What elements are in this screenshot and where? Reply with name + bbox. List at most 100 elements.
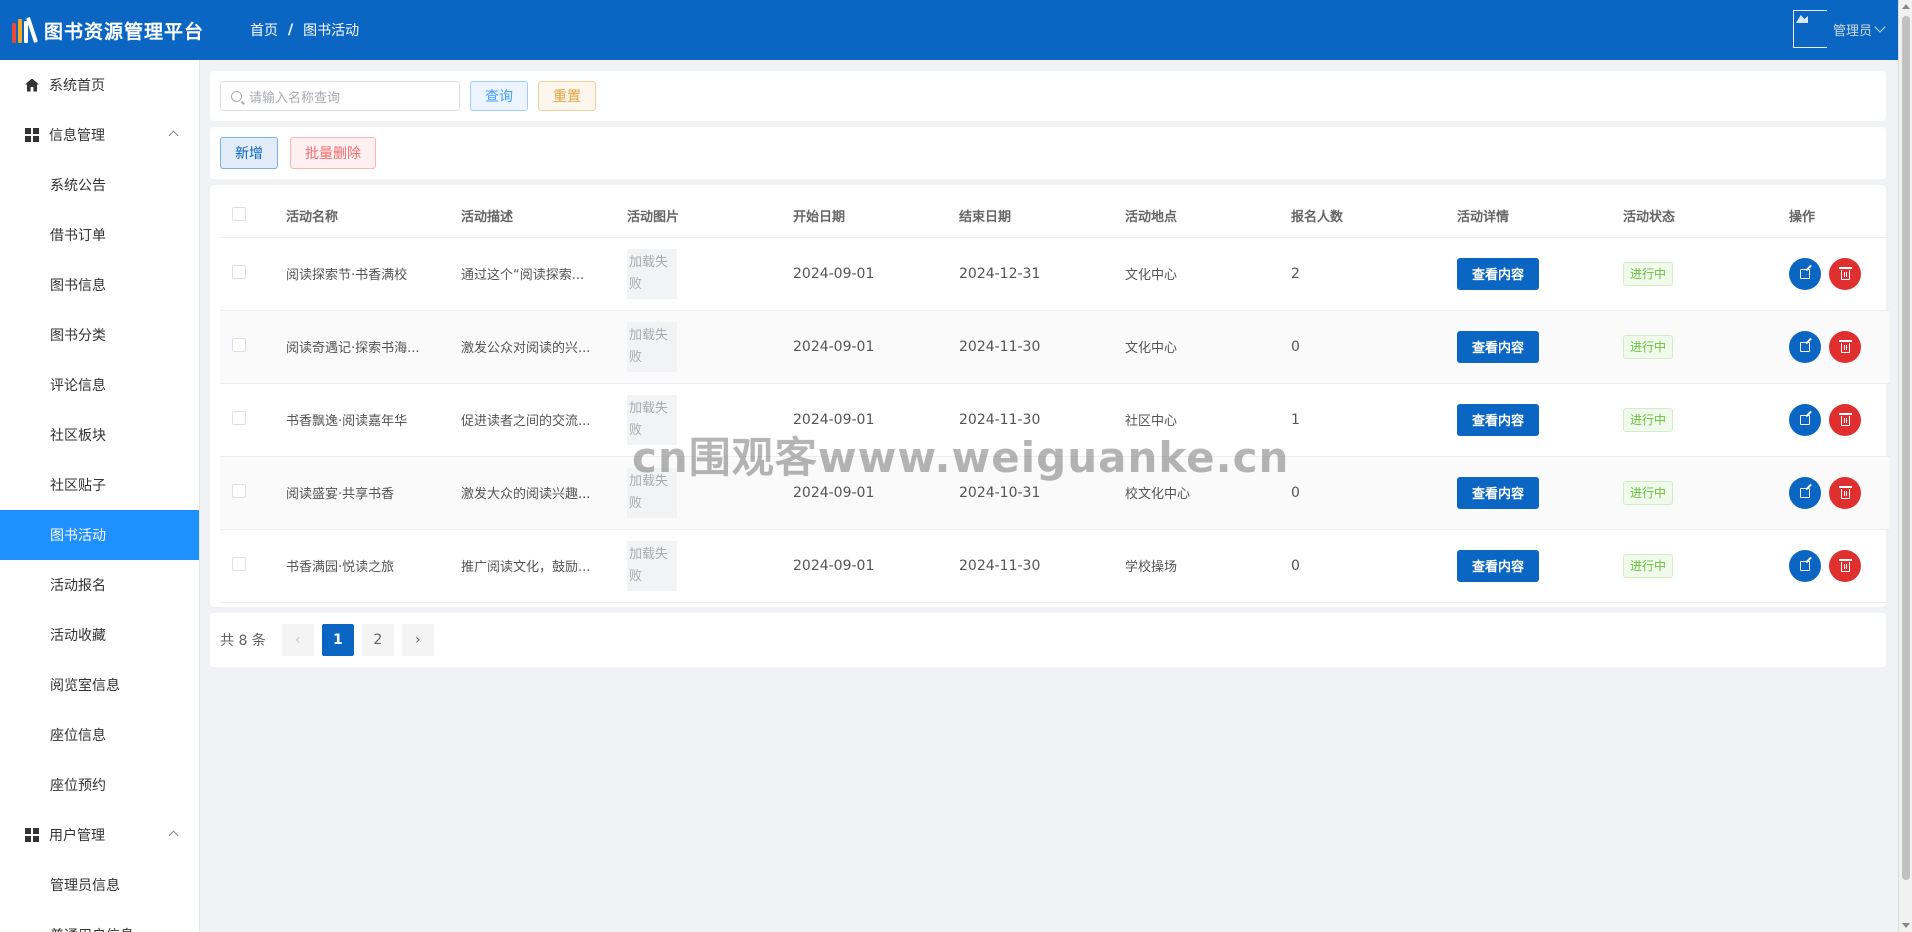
chevron-up-icon[interactable] [168,130,179,141]
end-date: 2024-12-31 [947,237,1113,311]
sidebar-group-users[interactable]: 用户管理 [0,810,199,860]
sidebar-item[interactable]: 活动收藏 [0,610,199,660]
sidebar-item-label: 图书信息 [50,278,106,294]
col-header: 开始日期 [781,195,947,238]
sidebar-item[interactable]: 社区板块 [0,410,199,460]
sidebar-item[interactable]: 评论信息 [0,360,199,410]
sidebar-item[interactable]: 普通用户信息 [0,910,199,932]
activity-table: 活动名称 活动描述 活动图片 开始日期 结束日期 活动地点 报名人数 活动详情 … [220,195,1890,603]
status-cell: 进行中 [1611,310,1777,384]
sidebar-item[interactable]: 座位预约 [0,760,199,810]
edit-button[interactable] [1789,549,1821,582]
edit-button[interactable] [1789,403,1821,436]
sidebar-item-label: 管理员信息 [50,878,120,894]
activity-desc: 推广阅读文化，鼓励... [449,529,615,603]
sidebar-item[interactable]: 图书信息 [0,260,199,310]
row-checkbox[interactable] [232,556,246,571]
sidebar-item-label: 座位预约 [50,778,106,794]
view-content-button[interactable]: 查看内容 [1457,549,1540,582]
row-checkbox-cell[interactable] [220,456,274,530]
col-header: 报名人数 [1279,195,1445,238]
scroll-thumb[interactable] [1902,16,1910,880]
scroll-down-icon[interactable] [1902,923,1910,928]
image-load-failed: 加载失败 [627,467,677,518]
page-button[interactable]: 1 [321,624,354,656]
chevron-up-icon[interactable] [168,830,179,841]
activity-name: 书香满园·悦读之旅 [274,529,449,603]
signup-count: 2 [1279,237,1445,311]
select-all-checkbox-cell[interactable] [220,195,274,238]
sidebar-item-label: 借书订单 [50,228,106,244]
sidebar-group-info[interactable]: 信息管理 [0,110,199,160]
sidebar-item[interactable]: 座位信息 [0,710,199,760]
row-checkbox-cell[interactable] [220,383,274,457]
delete-button[interactable] [1829,330,1861,363]
username[interactable]: 管理员 [1833,20,1872,39]
signup-count: 0 [1279,456,1445,530]
row-checkbox-cell[interactable] [220,310,274,384]
view-content-button[interactable]: 查看内容 [1457,403,1540,436]
edit-button[interactable] [1789,476,1821,509]
edit-icon [1800,560,1810,571]
table-row: 阅读探索节·书香满校 通过这个“阅读探索... 加载失败 2024-09-01 2024… [220,237,1890,311]
sidebar-item[interactable]: 阅览室信息 [0,660,199,710]
chevron-down-icon[interactable] [1874,21,1886,33]
end-date: 2024-10-31 [947,456,1113,530]
batch-delete-button[interactable]: 批量删除 [290,137,376,169]
delete-button[interactable] [1829,476,1861,509]
view-content-button[interactable]: 查看内容 [1457,476,1540,509]
activity-table-card: 活动名称 活动描述 活动图片 开始日期 结束日期 活动地点 报名人数 活动详情 … [210,185,1890,607]
query-button[interactable]: 查询 [470,81,528,111]
avatar[interactable] [1792,10,1827,48]
reset-button[interactable]: 重置 [538,81,596,111]
search-input[interactable]: 请输入名称查询 [220,81,460,111]
sidebar-item[interactable]: 社区贴子 [0,460,199,510]
view-content-button[interactable]: 查看内容 [1457,330,1540,363]
delete-button[interactable] [1829,257,1861,290]
sidebar-item[interactable]: 借书订单 [0,210,199,260]
row-checkbox-cell[interactable] [220,529,274,603]
row-checkbox[interactable] [232,483,246,498]
page-button[interactable]: 2 [361,624,394,656]
col-header: 活动描述 [449,195,615,238]
scrollbar[interactable] [1898,0,1912,932]
col-header: 操作 [1777,195,1890,238]
sidebar-item[interactable]: 活动报名 [0,560,199,610]
sidebar-item[interactable]: 图书分类 [0,310,199,360]
next-page-button[interactable]: › [401,624,434,656]
breadcrumb-home[interactable]: 首页 [250,20,278,40]
sidebar-group-label: 用户管理 [49,828,105,844]
books-icon [12,17,38,43]
activity-name: 阅读盛宴·共享书香 [274,456,449,530]
sidebar-item-label: 活动报名 [50,578,106,594]
row-checkbox[interactable] [232,410,246,425]
search-icon [231,90,242,102]
grid-icon [24,127,40,143]
activity-name: 阅读奇遇记·探索书海... [274,310,449,384]
sidebar-item-label: 社区板块 [50,428,106,444]
delete-button[interactable] [1829,403,1861,436]
edit-button[interactable] [1789,257,1821,290]
prev-page-button[interactable]: ‹ [281,624,314,656]
sidebar-item-home[interactable]: 系统首页 [0,60,199,110]
detail-cell: 查看内容 [1445,383,1611,457]
add-button[interactable]: 新增 [220,137,278,169]
activity-name: 书香飘逸·阅读嘉年华 [274,383,449,457]
row-checkbox-cell[interactable] [220,237,274,311]
delete-button[interactable] [1829,549,1861,582]
scroll-up-icon[interactable] [1902,4,1910,9]
sidebar-item[interactable]: 图书活动 [0,510,199,560]
user-menu[interactable]: 管理员 [1792,10,1886,48]
sidebar-item-label: 普通用户信息 [50,925,134,932]
trash-icon [1838,413,1852,426]
table-row: 阅读奇遇记·探索书海... 激发公众对阅读的兴... 加载失败 2024-09-01 2… [220,310,1890,384]
row-checkbox[interactable] [232,264,246,279]
trash-icon [1838,559,1852,572]
select-all-checkbox[interactable] [232,206,246,221]
row-checkbox[interactable] [232,337,246,352]
edit-button[interactable] [1789,330,1821,363]
view-content-button[interactable]: 查看内容 [1457,257,1540,290]
sidebar-item[interactable]: 管理员信息 [0,860,199,910]
sidebar-item-label: 活动收藏 [50,628,106,644]
sidebar-item[interactable]: 系统公告 [0,160,199,210]
